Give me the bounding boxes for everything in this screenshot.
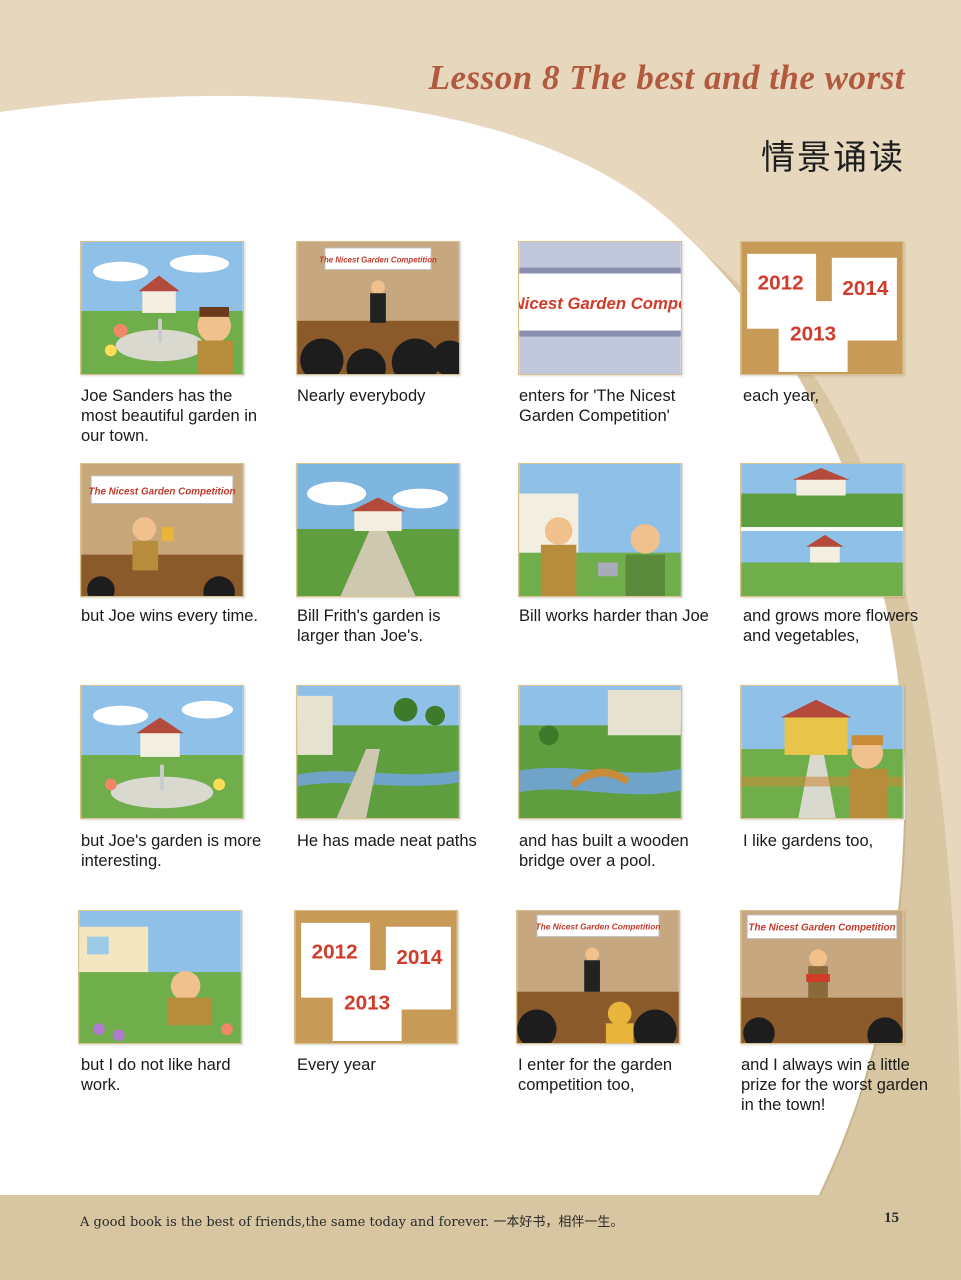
panel-1-caption: Joe Sanders has the most beautiful garde… — [81, 387, 258, 445]
calendars-illustration: 2012 2014 2013 — [295, 911, 457, 1043]
year-2013-text: 2013 — [344, 992, 390, 1015]
stage-host-illustration: The Nicest Garden Competition — [297, 242, 459, 374]
year-2012-text: 2012 — [758, 271, 804, 294]
joe-trophy-illustration: The Nicest Garden Competition — [81, 464, 243, 596]
panel-5-image: The Nicest Garden Competition — [80, 463, 244, 597]
panel-9-caption: but Joe's garden is more interesting. — [81, 832, 262, 870]
panel-6-caption: Bill Frith's garden is larger than Joe's… — [297, 607, 441, 645]
panel-4-caption: each year, — [743, 387, 820, 405]
panel-8-image — [740, 463, 904, 597]
panel-4-image: 2012 2014 2013 — [740, 241, 904, 375]
stage-host-audience-illustration: The Nicest Garden Competition — [517, 911, 679, 1043]
footer-quote: A good book is the best of friends,the s… — [80, 1215, 624, 1230]
banner-closeup-illustration: Nicest Garden Compe — [519, 242, 681, 374]
banner-text: The Nicest Garden Competition — [536, 922, 661, 932]
panel-16-image: The Nicest Garden Competition — [740, 910, 904, 1044]
panel-1-image — [80, 241, 244, 375]
narrator-relaxing-illustration — [79, 911, 241, 1043]
panel-12-caption: I like gardens too, — [743, 832, 874, 850]
joe-garden-illustration — [81, 686, 243, 818]
bridge-illustration — [519, 686, 681, 818]
panel-14-caption: Every year — [297, 1056, 376, 1074]
banner-closeup-text: Nicest Garden Compe — [519, 294, 681, 313]
panel-3-image: Nicest Garden Compe — [518, 241, 682, 375]
section-subtitle: 情景诵读 — [761, 138, 905, 178]
garden-with-joe-illustration — [81, 242, 243, 374]
lesson-title: Lesson 8 The best and the worst — [428, 58, 905, 97]
panel-12-image — [740, 685, 904, 819]
panel-14-image: 2012 2014 2013 — [294, 910, 458, 1044]
panel-13-caption: but I do not like hard work. — [81, 1056, 231, 1094]
panel-6-image — [296, 463, 460, 597]
year-2012-text: 2012 — [312, 940, 358, 963]
year-2014-text: 2014 — [842, 277, 888, 300]
panel-3-caption: enters for 'The Nicest Garden Competitio… — [519, 387, 676, 425]
bill-garden-illustration — [297, 464, 459, 596]
panel-13-image — [78, 910, 242, 1044]
calendars-illustration: 2012 2014 2013 — [741, 242, 903, 374]
joe-and-bill-illustration — [519, 464, 681, 596]
panel-15-caption: I enter for the garden competition too, — [518, 1056, 673, 1094]
banner-text: The Nicest Garden Competition — [748, 923, 895, 934]
two-gardens-illustration — [741, 464, 903, 596]
paths-illustration — [297, 686, 459, 818]
panel-10-caption: He has made neat paths — [297, 832, 477, 850]
panel-7-caption: Bill works harder than Joe — [519, 607, 709, 625]
page-number: 15 — [884, 1210, 899, 1226]
banner-text: The Nicest Garden Competition — [319, 256, 437, 265]
panel-11-caption: and has built a wooden bridge over a poo… — [519, 832, 689, 870]
panel-8-caption: and grows more flowers and vegetables, — [743, 607, 919, 645]
panel-7-image — [518, 463, 682, 597]
panel-2-image: The Nicest Garden Competition — [296, 241, 460, 375]
year-2014-text: 2014 — [396, 946, 442, 969]
panel-10-image — [296, 685, 460, 819]
panel-9-image — [80, 685, 244, 819]
panel-5-caption: but Joe wins every time. — [81, 607, 258, 625]
narrator-illustration — [741, 686, 903, 818]
year-2013-text: 2013 — [790, 323, 836, 346]
panel-11-image — [518, 685, 682, 819]
banner-text: The Nicest Garden Competition — [88, 487, 235, 498]
panel-15-image: The Nicest Garden Competition — [516, 910, 680, 1044]
panel-16-caption: and I always win a little prize for the … — [741, 1056, 929, 1114]
panel-2-caption: Nearly everybody — [297, 387, 426, 405]
narrator-prize-illustration: The Nicest Garden Competition — [741, 911, 903, 1043]
